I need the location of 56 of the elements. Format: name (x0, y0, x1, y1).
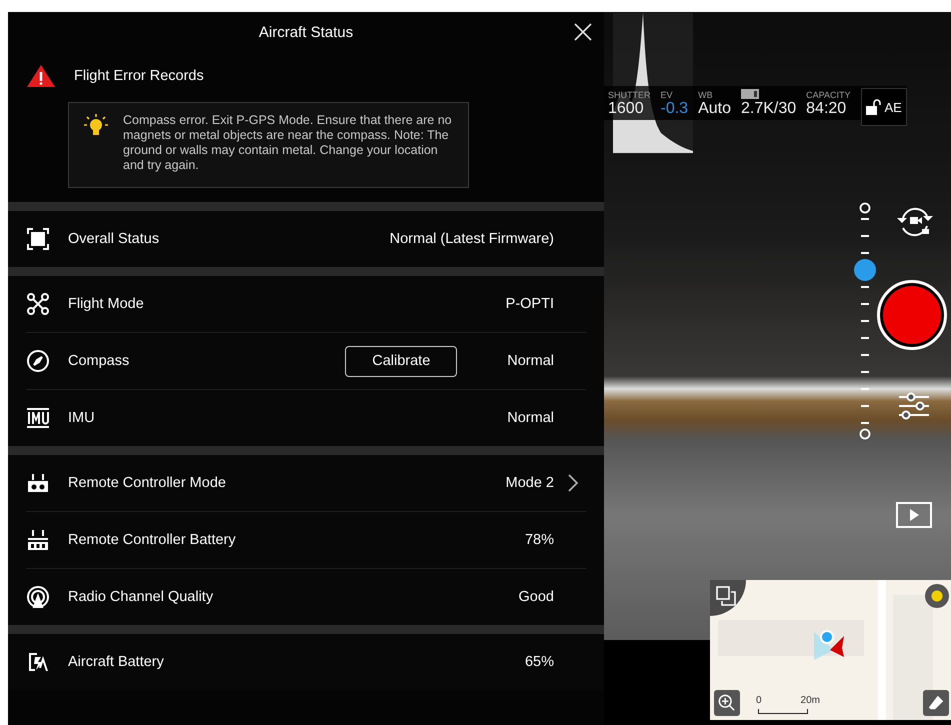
settings-sliders-icon[interactable] (898, 392, 930, 420)
error-records-title[interactable]: Flight Error Records (74, 68, 204, 84)
compass-icon (26, 349, 50, 373)
error-message: Compass error. Exit P-GPS Mode. Ensure that there are no magnets or metal objects are near the compass. Note: The ground or walls may contain metal. Change your location and try again. (123, 113, 453, 173)
aircraft-arrow-icon (814, 632, 844, 660)
setting-label: WB (698, 90, 714, 100)
panel-title: Aircraft Status (258, 24, 354, 40)
status-value: Normal (507, 410, 554, 426)
setting-value[interactable]: 2.7K/30 (741, 100, 796, 118)
status-value: 78% (524, 532, 554, 548)
zoom-in-button[interactable] (714, 690, 740, 716)
map-compass-icon[interactable] (925, 584, 949, 608)
warning-icon (26, 64, 56, 88)
status-label: Flight Mode (68, 296, 145, 312)
status-value: P-OPTI (506, 296, 554, 312)
status-label: Compass (68, 353, 130, 369)
imu-icon (26, 406, 50, 430)
setting-label: SHUTTER (608, 90, 650, 100)
eraser-icon (927, 694, 945, 712)
status-label: Remote Controller Mode (68, 475, 227, 491)
chevron-icon[interactable] (568, 474, 578, 492)
scale-label: 0 (756, 695, 762, 706)
status-label: Aircraft Battery (68, 654, 165, 670)
status-label: Overall Status (68, 231, 160, 247)
zoom-in-end-icon[interactable] (859, 428, 871, 440)
unlock-icon (866, 99, 882, 115)
setting-value[interactable]: -0.3 (660, 100, 688, 118)
zoom-in-icon (718, 694, 736, 712)
setting-value[interactable]: 84:20 (806, 100, 850, 118)
eraser-button[interactable] (923, 690, 949, 716)
status-label: Remote Controller Battery (68, 532, 237, 548)
scale-label: 20m (800, 695, 820, 706)
layers-icon (716, 586, 736, 606)
status-value: Good (518, 589, 554, 605)
map-panel[interactable]: 0 20m (710, 580, 951, 720)
status-value: 65% (524, 654, 554, 670)
radio-icon (26, 585, 50, 609)
setting-label: EV (660, 90, 674, 100)
status-label: Radio Channel Quality (68, 589, 214, 605)
ae-lock-button[interactable]: AE (860, 88, 907, 126)
calibrate-button[interactable]: Calibrate (345, 346, 458, 376)
status-label: IMU (68, 410, 96, 426)
location-dot-icon (820, 630, 834, 644)
scale-bar (758, 709, 808, 714)
status-value: Normal (Latest Firmware) (390, 231, 554, 247)
close-icon[interactable] (574, 23, 592, 41)
drone-icon (26, 292, 50, 316)
setting-value[interactable]: Auto (698, 100, 731, 118)
sd-card-icon (741, 89, 759, 99)
setting-value[interactable]: 1600 (608, 100, 650, 118)
setting-label: CAPACITY (806, 90, 850, 100)
status-value: Normal (507, 353, 554, 369)
zoom-out-end-icon[interactable] (859, 202, 871, 214)
status-icon (26, 227, 50, 251)
status-value: Mode 2 (506, 475, 554, 491)
playback-icon[interactable] (896, 502, 932, 528)
